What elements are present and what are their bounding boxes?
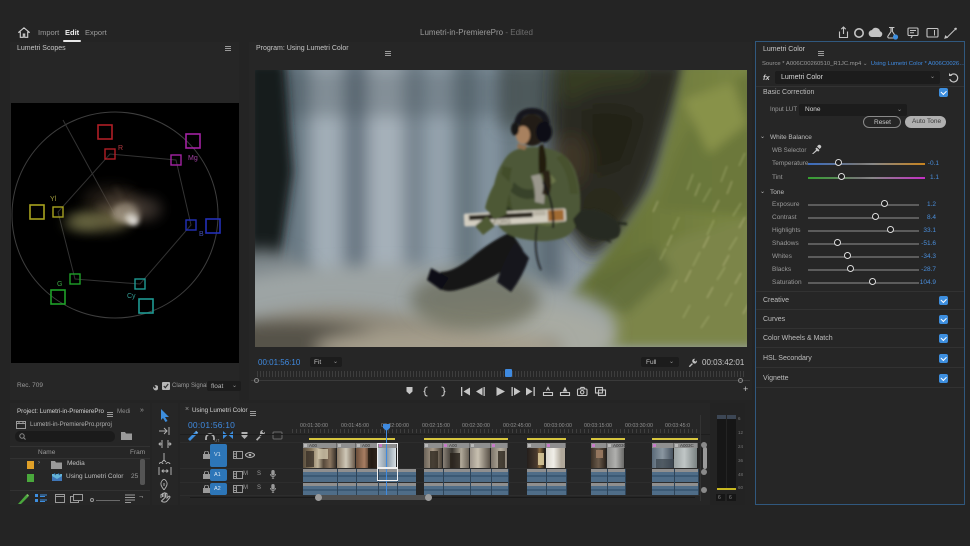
svg-text:G: G bbox=[57, 281, 62, 288]
svg-text:B: B bbox=[199, 231, 204, 238]
svg-text:Yl: Yl bbox=[50, 196, 57, 203]
svg-text:Mg: Mg bbox=[188, 155, 198, 162]
svg-text:Cy: Cy bbox=[127, 293, 136, 300]
svg-text:KORG: KORG bbox=[493, 219, 511, 226]
svg-text:R: R bbox=[118, 145, 123, 152]
